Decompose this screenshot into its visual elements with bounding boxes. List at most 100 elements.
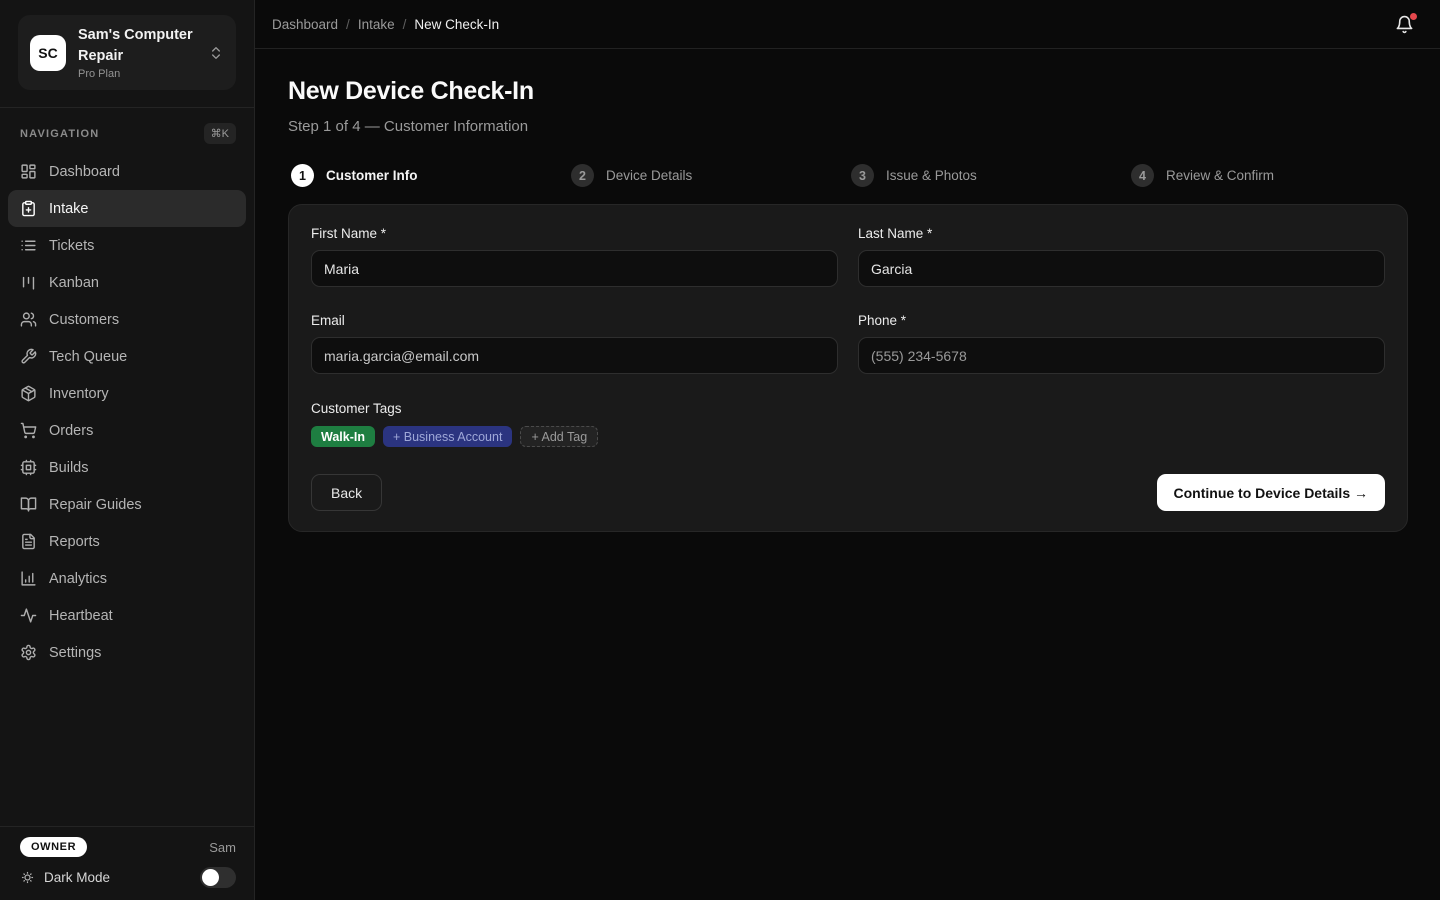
email-field-group: Email <box>311 313 838 374</box>
tag-business-account[interactable]: + Business Account <box>383 426 512 447</box>
sidebar-item-inventory[interactable]: Inventory <box>8 375 246 412</box>
chevrons-up-down-icon <box>208 45 224 61</box>
shopping-cart-icon <box>20 422 37 439</box>
sun-icon <box>20 870 35 885</box>
customer-tags-label: Customer Tags <box>311 401 1385 416</box>
sidebar-item-customers[interactable]: Customers <box>8 301 246 338</box>
breadcrumb-separator: / <box>403 17 407 32</box>
sidebar-item-label: Analytics <box>49 571 107 587</box>
sidebar: SC Sam's Computer Repair Pro Plan NAVIGA… <box>0 0 255 900</box>
book-open-icon <box>20 496 37 513</box>
step-label: Customer Info <box>326 168 418 183</box>
last-name-label: Last Name * <box>858 226 1385 241</box>
customer-tags-group: Customer Tags Walk-In + Business Account… <box>311 401 1385 447</box>
sidebar-item-tech-queue[interactable]: Tech Queue <box>8 338 246 375</box>
sidebar-item-reports[interactable]: Reports <box>8 523 246 560</box>
page-content: New Device Check-In Step 1 of 4 — Custom… <box>255 49 1440 532</box>
dashboard-icon <box>20 163 37 180</box>
command-k-shortcut-badge[interactable]: ⌘K <box>204 123 236 144</box>
breadcrumb-separator: / <box>346 17 350 32</box>
step-label: Issue & Photos <box>886 168 977 183</box>
sidebar-item-label: Tech Queue <box>49 349 127 365</box>
phone-input[interactable] <box>858 337 1385 374</box>
last-name-field-group: Last Name * <box>858 226 1385 287</box>
sidebar-nav: Dashboard Intake Tickets Kanban Customer… <box>0 151 254 671</box>
sidebar-item-kanban[interactable]: Kanban <box>8 264 246 301</box>
breadcrumb: Dashboard / Intake / New Check-In <box>272 17 499 32</box>
email-label: Email <box>311 313 838 328</box>
topbar: Dashboard / Intake / New Check-In <box>255 0 1440 49</box>
breadcrumb-intake[interactable]: Intake <box>358 17 395 32</box>
user-name: Sam <box>209 840 236 855</box>
phone-label: Phone * <box>858 313 1385 328</box>
step-number: 1 <box>291 164 314 187</box>
step-review-confirm: 4 Review & Confirm <box>1128 164 1408 187</box>
dark-mode-label: Dark Mode <box>44 870 191 885</box>
last-name-input[interactable] <box>858 250 1385 287</box>
sidebar-item-orders[interactable]: Orders <box>8 412 246 449</box>
sidebar-item-label: Heartbeat <box>49 608 113 624</box>
sidebar-item-dashboard[interactable]: Dashboard <box>8 153 246 190</box>
navigation-section-label: NAVIGATION <box>20 128 99 140</box>
sidebar-item-tickets[interactable]: Tickets <box>8 227 246 264</box>
sidebar-item-label: Customers <box>49 312 119 328</box>
sidebar-item-label: Intake <box>49 201 89 217</box>
back-button[interactable]: Back <box>311 474 382 511</box>
kanban-icon <box>20 274 37 291</box>
page-title: New Device Check-In <box>288 77 1408 106</box>
sidebar-divider <box>0 107 254 108</box>
first-name-input[interactable] <box>311 250 838 287</box>
sidebar-item-heartbeat[interactable]: Heartbeat <box>8 597 246 634</box>
first-name-field-group: First Name * <box>311 226 838 287</box>
step-customer-info: 1 Customer Info <box>288 164 568 187</box>
wrench-icon <box>20 348 37 365</box>
clipboard-plus-icon <box>20 200 37 217</box>
sidebar-item-label: Dashboard <box>49 164 120 180</box>
users-icon <box>20 311 37 328</box>
sidebar-footer: OWNER Sam Dark Mode <box>0 826 254 900</box>
sidebar-item-builds[interactable]: Builds <box>8 449 246 486</box>
phone-field-group: Phone * <box>858 313 1385 374</box>
sidebar-item-label: Tickets <box>49 238 94 254</box>
sidebar-item-settings[interactable]: Settings <box>8 634 246 671</box>
sidebar-item-label: Kanban <box>49 275 99 291</box>
dark-mode-toggle[interactable] <box>200 867 236 888</box>
workspace-switcher[interactable]: SC Sam's Computer Repair Pro Plan <box>18 15 236 90</box>
main-area: Dashboard / Intake / New Check-In New De… <box>255 0 1440 900</box>
notification-dot <box>1410 13 1417 20</box>
customer-info-form-card: First Name * Last Name * Email Phone * C <box>288 204 1408 532</box>
breadcrumb-current: New Check-In <box>414 17 499 32</box>
step-number: 4 <box>1131 164 1154 187</box>
workspace-avatar: SC <box>30 35 66 71</box>
gear-icon <box>20 644 37 661</box>
breadcrumb-dashboard[interactable]: Dashboard <box>272 17 338 32</box>
continue-button[interactable]: Continue to Device Details → <box>1157 474 1385 511</box>
sidebar-item-label: Orders <box>49 423 93 439</box>
add-tag-button[interactable]: + Add Tag <box>520 426 598 447</box>
sidebar-item-intake[interactable]: Intake <box>8 190 246 227</box>
file-text-icon <box>20 533 37 550</box>
step-number: 3 <box>851 164 874 187</box>
list-icon <box>20 237 37 254</box>
toggle-knob <box>202 869 219 886</box>
activity-icon <box>20 607 37 624</box>
first-name-label: First Name * <box>311 226 838 241</box>
sidebar-item-label: Inventory <box>49 386 109 402</box>
sidebar-item-repair-guides[interactable]: Repair Guides <box>8 486 246 523</box>
sidebar-item-label: Settings <box>49 645 101 661</box>
email-input[interactable] <box>311 337 838 374</box>
cpu-icon <box>20 459 37 476</box>
role-badge: OWNER <box>20 837 87 857</box>
notifications-button[interactable] <box>1391 11 1418 38</box>
package-icon <box>20 385 37 402</box>
step-number: 2 <box>571 164 594 187</box>
step-label: Device Details <box>606 168 692 183</box>
sidebar-item-analytics[interactable]: Analytics <box>8 560 246 597</box>
page-subtitle: Step 1 of 4 — Customer Information <box>288 118 1408 135</box>
step-device-details: 2 Device Details <box>568 164 848 187</box>
tag-walk-in[interactable]: Walk-In <box>311 426 375 447</box>
stepper: 1 Customer Info 2 Device Details 3 Issue… <box>288 164 1408 187</box>
sidebar-item-label: Builds <box>49 460 89 476</box>
step-label: Review & Confirm <box>1166 168 1274 183</box>
step-issue-photos: 3 Issue & Photos <box>848 164 1128 187</box>
